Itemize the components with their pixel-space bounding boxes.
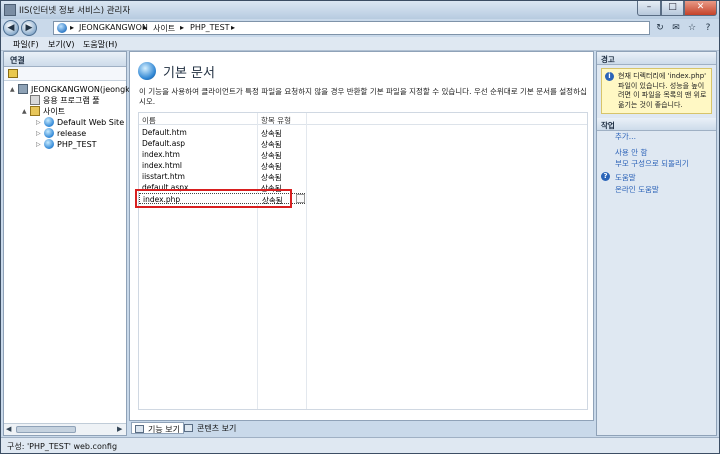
tree-item-php-test[interactable]: PHP_TEST — [44, 139, 97, 149]
address-globe-icon — [57, 23, 67, 33]
list-item[interactable]: iisstart.htm 상속됨 — [139, 171, 305, 182]
scroll-left-icon[interactable]: ◀ — [6, 425, 11, 433]
crumb-separator: ▸ — [231, 23, 236, 32]
actions-pane: 경고 i 현재 디렉터리에 'index.php' 파일이 있습니다. 성능을 … — [596, 51, 717, 436]
forward-button[interactable]: ▶ — [21, 20, 37, 36]
column-header-filler — [307, 113, 587, 125]
default-document-icon — [138, 62, 156, 80]
list-item[interactable]: index.html 상속됨 — [139, 160, 305, 171]
window-title: IIS(인터넷 정보 서비스) 관리자 — [19, 6, 131, 16]
add-action[interactable]: 추가... — [615, 131, 636, 142]
server-icon — [18, 84, 28, 94]
refresh-icon[interactable]: ↻ — [653, 21, 667, 35]
site-globe-icon — [44, 117, 54, 127]
list-item[interactable]: Default.asp 상속됨 — [139, 138, 305, 149]
address-bar[interactable]: ▸ JEONGKANGWON ▸ 사이트 ▸ PHP_TEST ▸ — [53, 21, 650, 35]
favorite-icon[interactable]: ☆ — [685, 21, 699, 35]
view-tabs: 기능 보기 콘텐츠 보기 — [129, 421, 594, 435]
maximize-button[interactable]: □ — [661, 1, 684, 16]
disable-action[interactable]: 사용 안 함 — [615, 147, 647, 158]
row-drag-handle[interactable] — [296, 194, 305, 203]
iis-manager-window: IIS(인터넷 정보 서비스) 관리자 – □ ✕ ◀ ▶ ▸ JEONGKAN… — [0, 0, 720, 454]
feature-title: 기본 문서 — [163, 66, 215, 81]
connections-pane: 연결 ▲ JEONGKANGWON(jeongkangwon\... 응용 프로… — [3, 51, 172, 436]
site-globe-icon — [44, 128, 54, 138]
iis-app-icon — [4, 4, 16, 16]
sites-folder-icon — [30, 106, 40, 116]
expand-toggle-icon[interactable]: ▷ — [36, 119, 41, 126]
expand-toggle-icon[interactable]: ▷ — [36, 130, 41, 137]
feature-pane: 기본 문서 이 기능을 사용하여 클라이언트가 특정 파일을 요청하지 않을 경… — [129, 51, 594, 421]
tab-features-view[interactable]: 기능 보기 — [131, 422, 184, 434]
site-globe-icon — [44, 139, 54, 149]
list-item[interactable]: default.aspx 상속됨 — [139, 182, 305, 193]
breadcrumb-server[interactable]: JEONGKANGWON — [79, 23, 148, 32]
help-icon: ? — [601, 172, 610, 181]
close-button[interactable]: ✕ — [684, 1, 717, 16]
tree-item-release[interactable]: release — [44, 128, 86, 138]
tree-item-sites[interactable]: 사이트 — [30, 106, 65, 117]
online-help-action[interactable]: 온라인 도움말 — [615, 184, 659, 195]
breadcrumb-php-test[interactable]: PHP_TEST — [190, 23, 230, 32]
menu-bar: 파일(F) 보기(V) 도움말(H) — [1, 37, 719, 51]
expand-toggle-icon[interactable]: ▲ — [10, 86, 15, 93]
column-header-name[interactable]: 이름 — [139, 113, 257, 125]
content-view-icon — [184, 424, 193, 432]
actions-header: 작업 — [597, 118, 716, 131]
default-documents-list: 이름 항목 유형 Default.htm 상속됨 Default.asp 상속됨… — [138, 112, 588, 410]
column-divider — [306, 113, 307, 409]
column-header-entry-type[interactable]: 항목 유형 — [258, 113, 306, 125]
menu-help[interactable]: 도움말(H) — [83, 39, 117, 50]
navigation-bar: ◀ ▶ ▸ JEONGKANGWON ▸ 사이트 ▸ PHP_TEST ▸ ↻ … — [1, 19, 719, 37]
menu-view[interactable]: 보기(V) — [48, 39, 74, 50]
mail-icon[interactable]: ✉ — [669, 21, 683, 35]
list-item-selected[interactable]: index.php 상속됨 — [139, 193, 305, 205]
connections-toolbar — [4, 67, 126, 81]
list-item[interactable]: Default.htm 상속됨 — [139, 127, 305, 138]
crumb-separator: ▸ — [143, 23, 148, 32]
back-button[interactable]: ◀ — [3, 20, 19, 36]
help-action[interactable]: 도움말 — [615, 172, 636, 183]
info-icon: i — [605, 72, 614, 81]
scroll-right-icon[interactable]: ▶ — [117, 425, 122, 433]
breadcrumb-sites[interactable]: 사이트 — [153, 23, 175, 34]
connect-folder-icon[interactable] — [8, 69, 18, 78]
list-item[interactable]: index.htm 상속됨 — [139, 149, 305, 160]
expand-toggle-icon[interactable]: ▷ — [36, 141, 41, 148]
features-view-icon — [135, 425, 144, 433]
tree-item-default-web-site[interactable]: Default Web Site — [44, 117, 124, 127]
crumb-separator: ▸ — [70, 23, 75, 32]
alert-message: i 현재 디렉터리에 'index.php' 파일이 있습니다. 성능을 높이려… — [601, 68, 712, 114]
tree-item-app-pools[interactable]: 응용 프로그램 풀 — [30, 95, 100, 106]
status-text: 구성: 'PHP_TEST' web.config — [7, 442, 118, 451]
revert-to-parent-action[interactable]: 부모 구성으로 되돌리기 — [615, 158, 689, 169]
tab-content-view[interactable]: 콘텐츠 보기 — [181, 422, 239, 434]
address-actions: ↻ ✉ ☆ ? — [653, 20, 717, 36]
scroll-thumb[interactable] — [16, 426, 76, 433]
feature-description: 이 기능을 사용하여 클라이언트가 특정 파일을 요청하지 않을 경우 반환할 … — [139, 87, 587, 106]
status-bar: 구성: 'PHP_TEST' web.config — [1, 437, 719, 453]
minimize-button[interactable]: – — [637, 1, 661, 16]
connections-hscrollbar[interactable]: ◀ ▶ — [4, 423, 126, 435]
crumb-separator: ▸ — [180, 23, 185, 32]
title-bar: IIS(인터넷 정보 서비스) 관리자 – □ ✕ — [1, 1, 719, 19]
app-pool-icon — [30, 95, 40, 105]
help-icon[interactable]: ? — [701, 21, 715, 35]
connections-header: 연결 — [4, 52, 126, 67]
expand-toggle-icon[interactable]: ▲ — [22, 108, 27, 115]
alerts-header: 경고 — [597, 52, 716, 65]
menu-file[interactable]: 파일(F) — [13, 39, 39, 50]
